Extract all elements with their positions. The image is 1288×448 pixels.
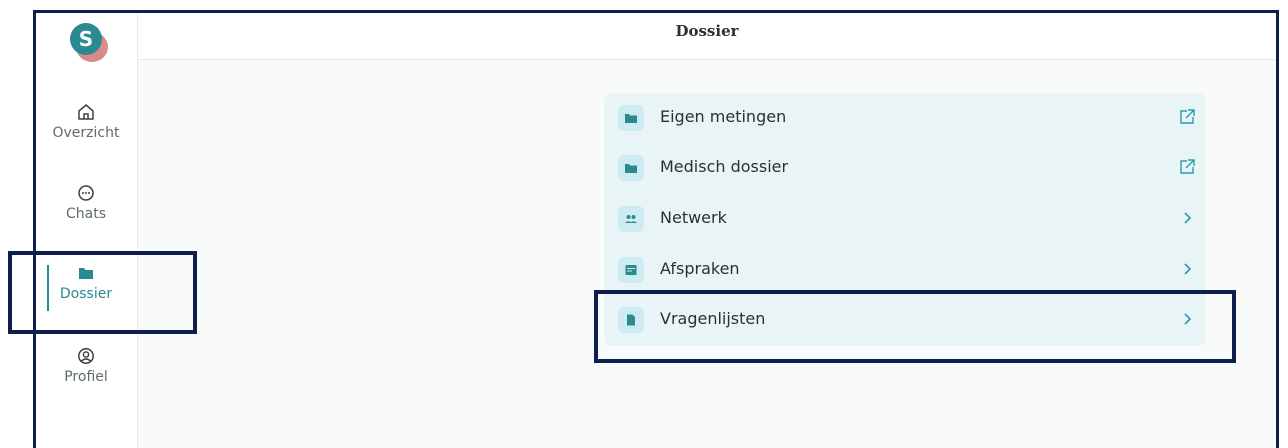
sidebar-item-profiel[interactable]: Profiel bbox=[36, 347, 136, 385]
page-title: Dossier bbox=[675, 22, 739, 40]
menu-item-eigen-metingen[interactable]: Eigen metingen bbox=[604, 93, 1206, 143]
highlight-box-vragenlijsten bbox=[594, 290, 1236, 363]
sidebar-item-chats[interactable]: Chats bbox=[36, 184, 136, 222]
app-logo[interactable]: S bbox=[70, 23, 108, 62]
menu-item-medisch-dossier[interactable]: Medisch dossier bbox=[604, 143, 1206, 193]
menu-item-label: Eigen metingen bbox=[660, 107, 787, 126]
user-circle-icon bbox=[78, 348, 94, 364]
menu-item-afspraken[interactable]: Afspraken bbox=[604, 245, 1206, 295]
external-link-icon[interactable] bbox=[1178, 158, 1196, 176]
highlight-box-dossier bbox=[8, 251, 197, 334]
home-icon bbox=[78, 104, 94, 120]
folder-icon bbox=[618, 105, 644, 131]
menu-item-label: Afspraken bbox=[660, 259, 740, 278]
people-icon bbox=[618, 206, 644, 232]
top-header: Dossier bbox=[138, 13, 1276, 60]
menu-item-label: Medisch dossier bbox=[660, 157, 789, 176]
sidebar-item-label: Profiel bbox=[64, 369, 108, 385]
sidebar: S Overzicht Chats Dossier Profiel bbox=[36, 13, 138, 448]
menu-item-netwerk[interactable]: Netwerk bbox=[604, 194, 1206, 244]
chat-icon bbox=[78, 185, 94, 201]
folder-icon bbox=[618, 155, 644, 181]
chevron-right-icon[interactable] bbox=[1178, 260, 1196, 278]
chevron-right-icon[interactable] bbox=[1178, 209, 1196, 227]
logo-letter: S bbox=[70, 23, 102, 55]
external-link-icon[interactable] bbox=[1178, 108, 1196, 126]
sidebar-item-label: Overzicht bbox=[52, 125, 120, 141]
menu-item-label: Netwerk bbox=[660, 208, 727, 227]
calendar-icon bbox=[618, 257, 644, 283]
sidebar-item-overzicht[interactable]: Overzicht bbox=[36, 103, 136, 141]
sidebar-item-label: Chats bbox=[65, 206, 106, 222]
